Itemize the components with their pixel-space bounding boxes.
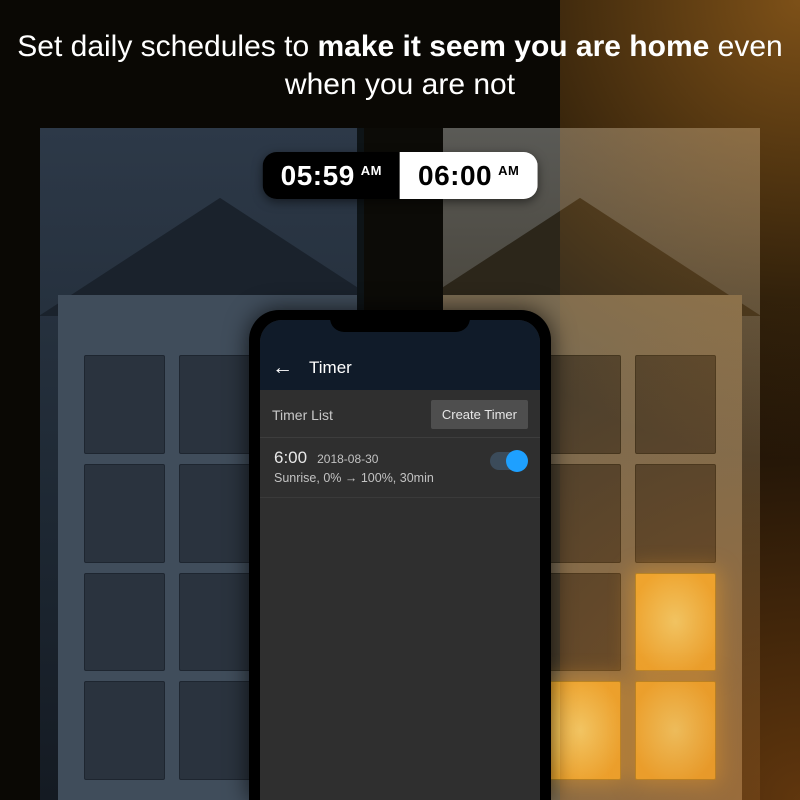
time-after: 06:00 AM <box>400 152 537 199</box>
back-icon[interactable]: ← <box>272 357 293 378</box>
time-comparison-pill: 05:59 AM 06:00 AM <box>263 152 538 199</box>
headline-bold: make it seem you are home <box>317 30 709 63</box>
timer-description: Sunrise, 0% → 100%, 30min <box>274 471 526 485</box>
create-timer-button[interactable]: Create Timer <box>431 400 528 429</box>
app-title: Timer <box>309 358 352 378</box>
timer-date: 2018-08-30 <box>317 452 378 466</box>
phone-mockup: ← Timer Timer List Create Timer 6:00 201… <box>249 310 551 800</box>
toggle-knob <box>506 450 528 472</box>
marketing-headline: Set daily schedules to make it seem you … <box>0 28 800 103</box>
app-screen: ← Timer Timer List Create Timer 6:00 201… <box>260 320 540 800</box>
section-label: Timer List <box>272 407 333 423</box>
timer-time: 6:00 <box>274 448 307 468</box>
time-before: 05:59 AM <box>263 152 400 199</box>
timer-list-header: Timer List Create Timer <box>260 390 540 438</box>
time-after-ampm: AM <box>498 160 519 178</box>
time-before-ampm: AM <box>361 160 382 178</box>
timer-list-item[interactable]: 6:00 2018-08-30 Sunrise, 0% → 100%, 30mi… <box>260 438 540 498</box>
time-before-value: 05:59 <box>281 160 355 192</box>
time-after-value: 06:00 <box>418 160 492 192</box>
headline-prefix: Set daily schedules to <box>17 30 317 63</box>
phone-notch <box>330 310 470 332</box>
timer-toggle[interactable] <box>490 452 526 470</box>
